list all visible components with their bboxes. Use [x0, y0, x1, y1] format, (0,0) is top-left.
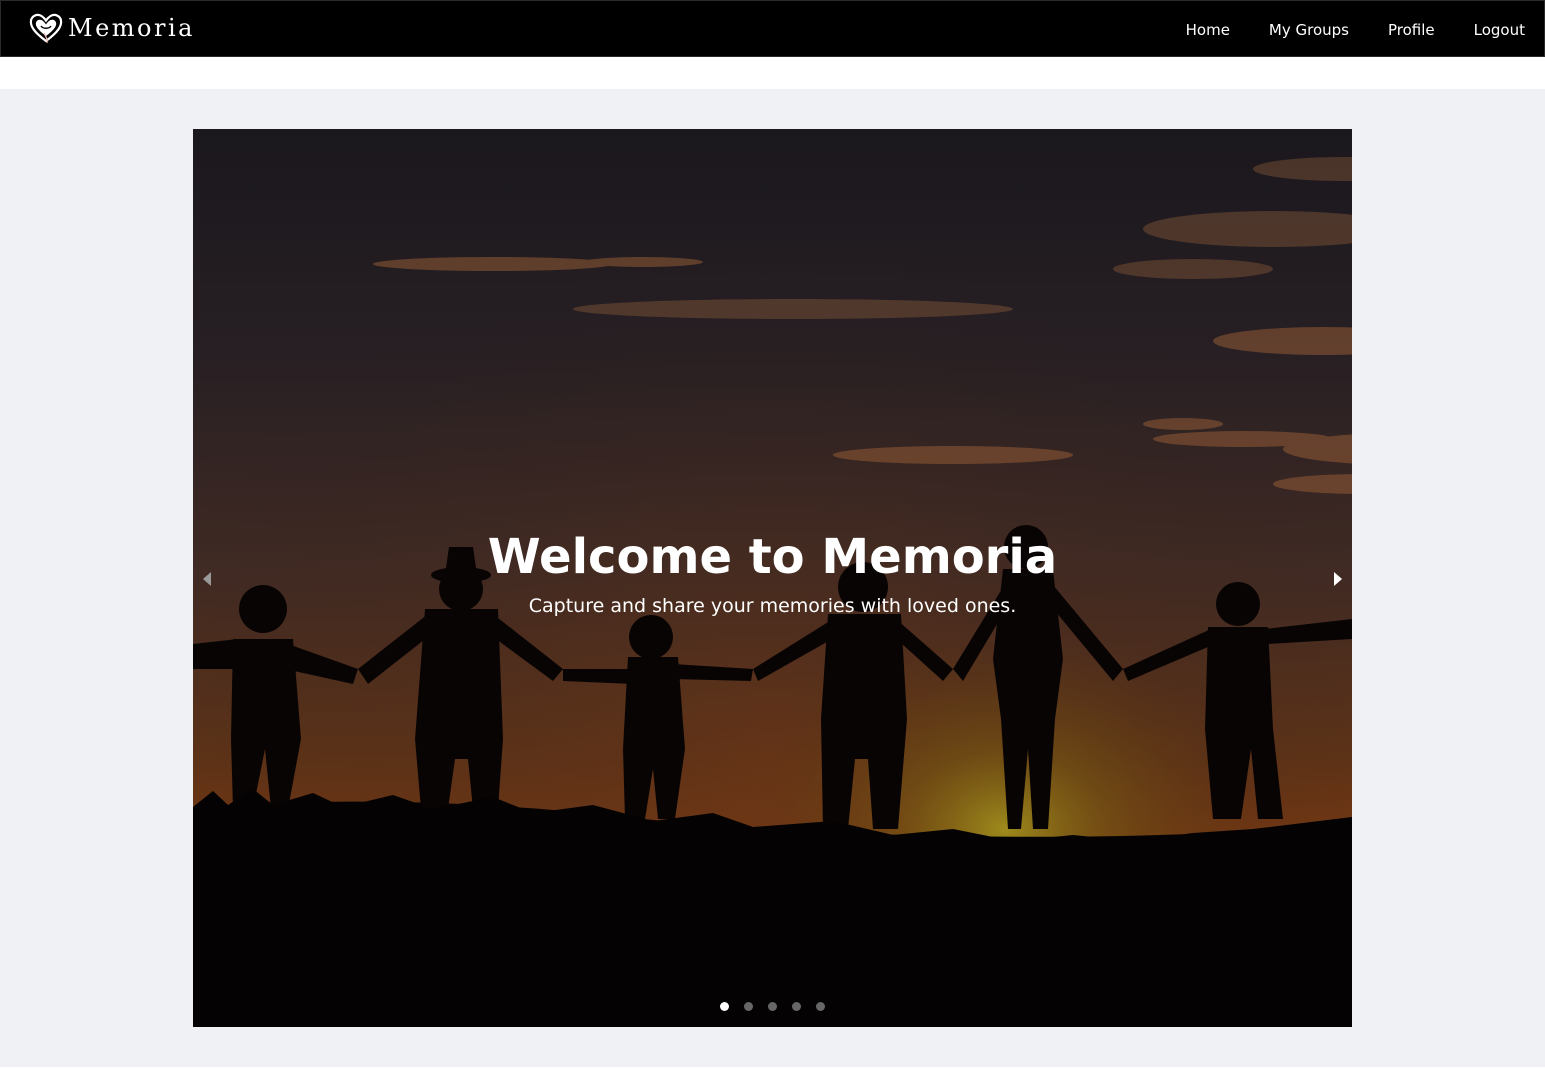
carousel-indicator-3[interactable]	[768, 1002, 777, 1011]
chevron-right-icon	[1334, 572, 1342, 586]
carousel-prev-button[interactable]	[193, 559, 227, 599]
carousel-indicator-2[interactable]	[744, 1002, 753, 1011]
carousel-indicator-5[interactable]	[816, 1002, 825, 1011]
hero-carousel: Welcome to Memoria Capture and share you…	[193, 129, 1352, 1027]
brand-name: Memoria	[68, 14, 195, 42]
carousel-indicator-1[interactable]	[720, 1002, 729, 1011]
carousel-caption: Welcome to Memoria Capture and share you…	[193, 526, 1352, 619]
nav-home-link[interactable]: Home	[1186, 21, 1230, 39]
carousel-indicator-4[interactable]	[792, 1002, 801, 1011]
main-content: Welcome to Memoria Capture and share you…	[0, 89, 1545, 1067]
nav-my-groups-link[interactable]: My Groups	[1269, 21, 1349, 39]
top-navbar: Memoria Home My Groups Profile Logout	[0, 0, 1545, 57]
hero-subtitle: Capture and share your memories with lov…	[528, 595, 1017, 617]
chevron-left-icon	[203, 572, 211, 586]
carousel-indicators	[193, 1002, 1352, 1011]
nav-profile-link[interactable]: Profile	[1388, 21, 1435, 39]
carousel-next-button[interactable]	[1318, 559, 1352, 599]
brand-link[interactable]: Memoria	[28, 10, 195, 46]
heart-logo-icon	[29, 13, 63, 44]
hero-title: Welcome to Memoria	[487, 529, 1058, 585]
nav-menu: Home My Groups Profile Logout	[1147, 1, 1525, 58]
nav-logout-link[interactable]: Logout	[1474, 21, 1525, 39]
